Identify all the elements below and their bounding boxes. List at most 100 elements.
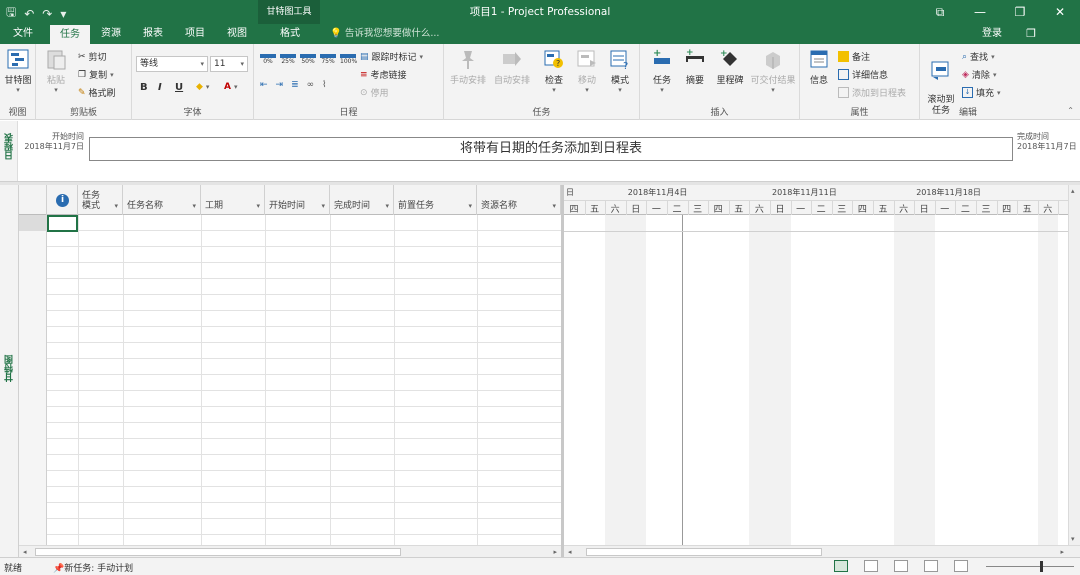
pct-50-button[interactable]: 50%	[300, 54, 316, 65]
insert-milestone-button[interactable]: + 里程碑	[710, 48, 750, 86]
fill-button[interactable]: ↓ 填充 ▾	[962, 86, 1001, 99]
move-button[interactable]: 移动 ▾	[570, 48, 604, 94]
scroll-down-icon[interactable]: ▾	[1071, 535, 1075, 543]
report-view-shortcut[interactable]	[954, 560, 968, 572]
column-header-finish[interactable]: 完成时间 ▾	[330, 185, 394, 215]
timeline-bar[interactable]: 将带有日期的任务添加到日程表	[89, 137, 1013, 161]
italic-button[interactable]: I	[158, 82, 162, 93]
manually-schedule-button[interactable]: 手动安排	[446, 48, 490, 86]
inactivate-button[interactable]: ⊙ 停用	[360, 86, 389, 100]
font-size-select[interactable]: 11 ▾	[210, 56, 248, 72]
timescale-header[interactable]: 四五六日一二三四五六日一二三四五六日一二三四五六日 2018年11月4日 2018年…	[564, 185, 1080, 215]
new-task-mode[interactable]: 📌新任务: 手动计划	[53, 561, 133, 574]
chart-vertical-scrollbar[interactable]: ▴ ▾	[1068, 185, 1080, 545]
font-name-select[interactable]: 等线 ▾	[136, 56, 208, 72]
row-headers[interactable]	[19, 215, 47, 545]
customize-qat-icon[interactable]: ▾	[60, 7, 66, 21]
inspect-button[interactable]: ? 检查 ▾	[536, 48, 572, 94]
timescale-day: 四	[713, 205, 723, 215]
column-header-task-mode[interactable]: 任务 模式 ▾	[78, 185, 123, 215]
insert-summary-button[interactable]: + 摘要	[676, 48, 714, 86]
redo-icon[interactable]: ↷	[42, 7, 52, 21]
bold-button[interactable]: B	[140, 82, 148, 93]
paste-button[interactable]: 粘贴 ▾	[40, 48, 72, 94]
add-to-timeline-button[interactable]: 添加到日程表	[838, 86, 906, 99]
tab-view[interactable]: 视图	[220, 24, 254, 44]
insert-group: + 任务 ▾ + 摘要 + 里程碑 可交付结果 ▾ 插入	[640, 44, 800, 120]
highlight-color-button[interactable]: ◆ ▾	[196, 82, 209, 92]
chart-row-line	[564, 231, 1080, 232]
gantt-view-shortcut[interactable]	[834, 560, 848, 572]
active-cell[interactable]	[47, 215, 78, 232]
clear-button[interactable]: ◈ 清除 ▾	[962, 68, 996, 82]
ribbon-display-options-icon[interactable]: ⧉	[920, 0, 960, 24]
table-horizontal-scrollbar[interactable]: ◂ ▸	[19, 545, 561, 557]
cut-button[interactable]: ✂ 剪切	[78, 50, 107, 64]
outdent-icon[interactable]: ⇤	[260, 80, 268, 90]
close-button[interactable]: ✕	[1040, 0, 1080, 24]
chart-scroll-thumb[interactable]	[586, 548, 822, 556]
copy-button[interactable]: ❐ 复制 ▾	[78, 68, 114, 82]
indent-icon[interactable]: ⇥	[276, 80, 284, 90]
column-header-indicators[interactable]: i	[47, 185, 78, 215]
column-header-predecessors[interactable]: 前置任务 ▾	[394, 185, 477, 215]
task-mode-button[interactable]: ? 模式 ▾	[602, 48, 638, 94]
tab-file[interactable]: 文件	[6, 24, 40, 44]
tab-task[interactable]: 任务	[50, 25, 90, 44]
pct-75-button[interactable]: 75%	[320, 54, 336, 65]
details-button[interactable]: 详细信息	[838, 68, 888, 81]
undo-icon[interactable]: ↶	[24, 7, 34, 21]
tab-format[interactable]: 格式	[262, 24, 318, 44]
column-header-duration[interactable]: 工期 ▾	[201, 185, 265, 215]
notes-button[interactable]: 备注	[838, 50, 870, 63]
respect-links-button[interactable]: ≡ 考虑链接	[360, 68, 407, 82]
font-color-button[interactable]: A ▾	[224, 82, 237, 92]
zoom-slider[interactable]	[986, 561, 1074, 572]
timescale-day: 四	[857, 205, 867, 215]
underline-button[interactable]: U	[175, 82, 183, 93]
timeline-start-label: 开始时间	[52, 132, 84, 141]
pct-25-button[interactable]: 25%	[280, 54, 296, 65]
save-icon[interactable]: 🖫	[6, 3, 16, 24]
tab-report[interactable]: 报表	[136, 24, 170, 44]
task-usage-view-shortcut[interactable]	[864, 560, 878, 572]
sign-in-link[interactable]: 登录	[982, 24, 1002, 44]
mark-on-track-button[interactable]: ▤ 跟踪时标记 ▾	[360, 50, 423, 64]
column-header-start[interactable]: 开始时间 ▾	[265, 185, 330, 215]
tell-me-box[interactable]: 💡 告诉我您想要做什么...	[330, 24, 439, 44]
gantt-chart-area[interactable]: 四五六日一二三四五六日一二三四五六日一二三四五六日 2018年11月4日 2018年…	[564, 185, 1080, 545]
timescale-divider	[564, 200, 1080, 201]
tell-me-text: 告诉我您想要做什么...	[344, 28, 440, 39]
find-button[interactable]: ⌕ 查找 ▾	[962, 50, 995, 64]
column-header-task-name[interactable]: 任务名称 ▾	[123, 185, 201, 215]
select-all-corner[interactable]	[19, 185, 47, 215]
resource-sheet-view-shortcut[interactable]	[924, 560, 938, 572]
window-size-icon[interactable]: ❐	[1026, 24, 1036, 44]
table-header: i 任务 模式 ▾ 任务名称 ▾ 工期 ▾ 开始时间 ▾ 完成时间 ▾ 前置任务 ▾ 资源名…	[19, 185, 561, 215]
collapse-ribbon-icon[interactable]: ⌃	[1067, 106, 1074, 115]
pct-100-button[interactable]: 100%	[340, 54, 357, 65]
format-painter-button[interactable]: ✎ 格式刷	[78, 86, 116, 100]
pct-0-button[interactable]: 0%	[260, 54, 276, 65]
information-button[interactable]: 信息	[802, 48, 836, 86]
scroll-up-icon[interactable]: ▴	[1071, 187, 1075, 195]
auto-schedule-button[interactable]: 自动安排	[490, 48, 534, 86]
column-header-resource-names[interactable]: 资源名称 ▾	[477, 185, 561, 215]
insert-deliverable-button[interactable]: 可交付结果 ▾	[748, 48, 798, 94]
tab-resource[interactable]: 资源	[94, 24, 128, 44]
chart-horizontal-scrollbar[interactable]: ◂ ▸	[564, 545, 1080, 557]
table-scroll-thumb[interactable]	[35, 548, 401, 556]
task-rows[interactable]	[19, 215, 561, 545]
col-divider	[265, 215, 266, 545]
link-icon[interactable]: ∞	[307, 80, 315, 90]
split-task-icon[interactable]: ≣	[291, 80, 299, 90]
minimize-button[interactable]: —	[960, 0, 1000, 24]
team-planner-view-shortcut[interactable]	[894, 560, 908, 572]
unlink-icon[interactable]: ⌇	[322, 80, 326, 90]
restore-button[interactable]: ❐	[1000, 0, 1040, 24]
gantt-chart-button[interactable]: 甘特图 ▾	[0, 48, 36, 94]
zoom-slider-knob[interactable]	[1040, 561, 1043, 572]
row-header-active[interactable]	[19, 215, 47, 231]
tab-project[interactable]: 项目	[178, 24, 212, 44]
editing-group-label: 编辑	[958, 108, 977, 118]
